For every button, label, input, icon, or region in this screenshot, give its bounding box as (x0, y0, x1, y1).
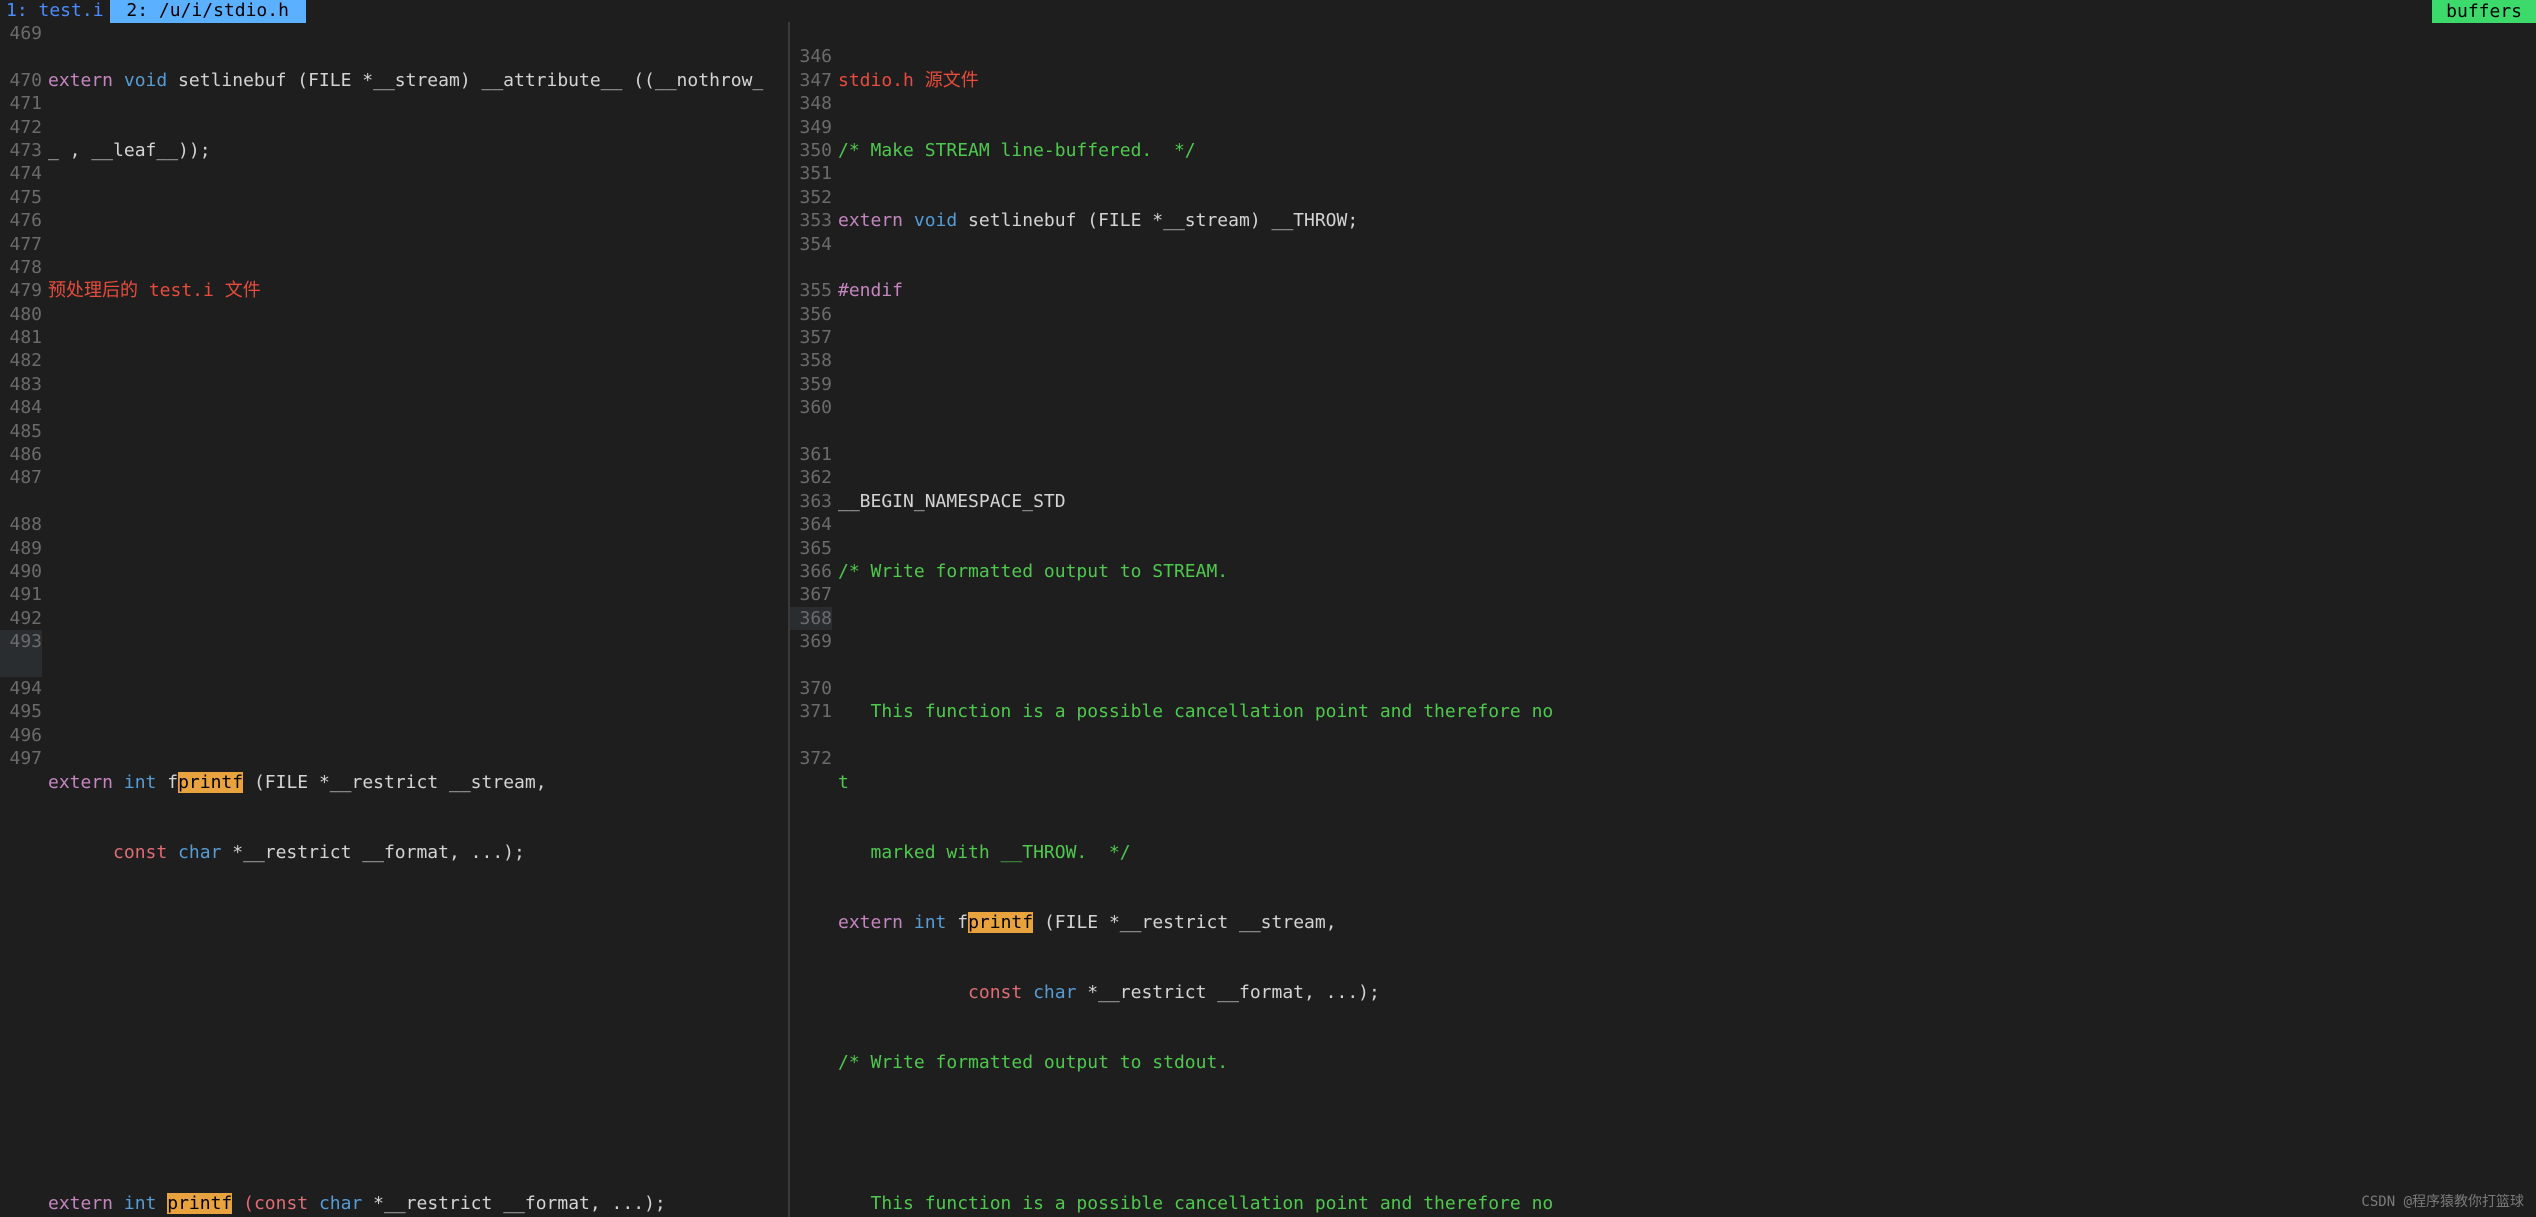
right-code[interactable]: stdio.h 源文件 /* Make STREAM line-buffered… (838, 22, 2536, 1217)
code-line (48, 560, 788, 583)
left-code[interactable]: extern void setlinebuf (FILE *__stream) … (48, 22, 788, 1217)
watermark: CSDN @程序猿教你打篮球 (2361, 1193, 2524, 1211)
code-line (48, 630, 788, 653)
code-line (838, 630, 2536, 653)
code-line (48, 349, 788, 372)
code-line: _ , __leaf__)); (48, 139, 788, 162)
left-gutter: 469 470 471 472 473 474 475 476 477 478 … (0, 22, 48, 1217)
code-line (48, 209, 788, 232)
code-line: extern int fprintf (FILE *__restrict __s… (48, 771, 788, 794)
code-line (48, 420, 788, 443)
code-line (838, 420, 2536, 443)
right-gutter: 346 347 348 349 350 351 352 353 354 355 … (790, 22, 838, 1217)
code-line (48, 1051, 788, 1074)
code-line (48, 911, 788, 934)
code-line: __BEGIN_NAMESPACE_STD (838, 490, 2536, 513)
code-line: /* Write formatted output to STREAM. (838, 560, 2536, 583)
left-pane[interactable]: 469 470 471 472 473 474 475 476 477 478 … (0, 22, 790, 1217)
split-view: 469 470 471 472 473 474 475 476 477 478 … (0, 22, 2536, 1217)
code-line: const char *__restrict __format, ...); (48, 841, 788, 864)
annotation-left: 预处理后的 test.i 文件 (48, 279, 788, 302)
code-line: This function is a possible cancellation… (838, 700, 2536, 723)
annotation-right: stdio.h 源文件 (838, 69, 2536, 92)
code-line (48, 1121, 788, 1144)
tab-stdio-h[interactable]: 2: /u/i/stdio.h (110, 0, 306, 23)
code-line: extern void setlinebuf (FILE *__stream) … (838, 209, 2536, 232)
code-line: extern int fprintf (FILE *__restrict __s… (838, 911, 2536, 934)
buffers-button[interactable]: buffers (2432, 0, 2536, 23)
code-line: This function is a possible cancellation… (838, 1192, 2536, 1215)
code-line (48, 700, 788, 723)
code-line: const char *__restrict __format, ...); (838, 981, 2536, 1004)
code-line: t (838, 771, 2536, 794)
tab-test-i[interactable]: 1: test.i (0, 0, 110, 23)
code-line: extern int printf (const char *__restric… (48, 1192, 788, 1215)
tab-bar: 1: test.i 2: /u/i/stdio.h buffers (0, 0, 2536, 22)
code-line (838, 349, 2536, 372)
code-line (48, 490, 788, 513)
code-line: /* Make STREAM line-buffered. */ (838, 139, 2536, 162)
code-line (48, 981, 788, 1004)
code-line: #endif (838, 279, 2536, 302)
code-line: extern void setlinebuf (FILE *__stream) … (48, 69, 788, 92)
right-pane[interactable]: 346 347 348 349 350 351 352 353 354 355 … (790, 22, 2536, 1217)
code-line: marked with __THROW. */ (838, 841, 2536, 864)
code-line: /* Write formatted output to stdout. (838, 1051, 2536, 1074)
code-line (838, 1121, 2536, 1144)
